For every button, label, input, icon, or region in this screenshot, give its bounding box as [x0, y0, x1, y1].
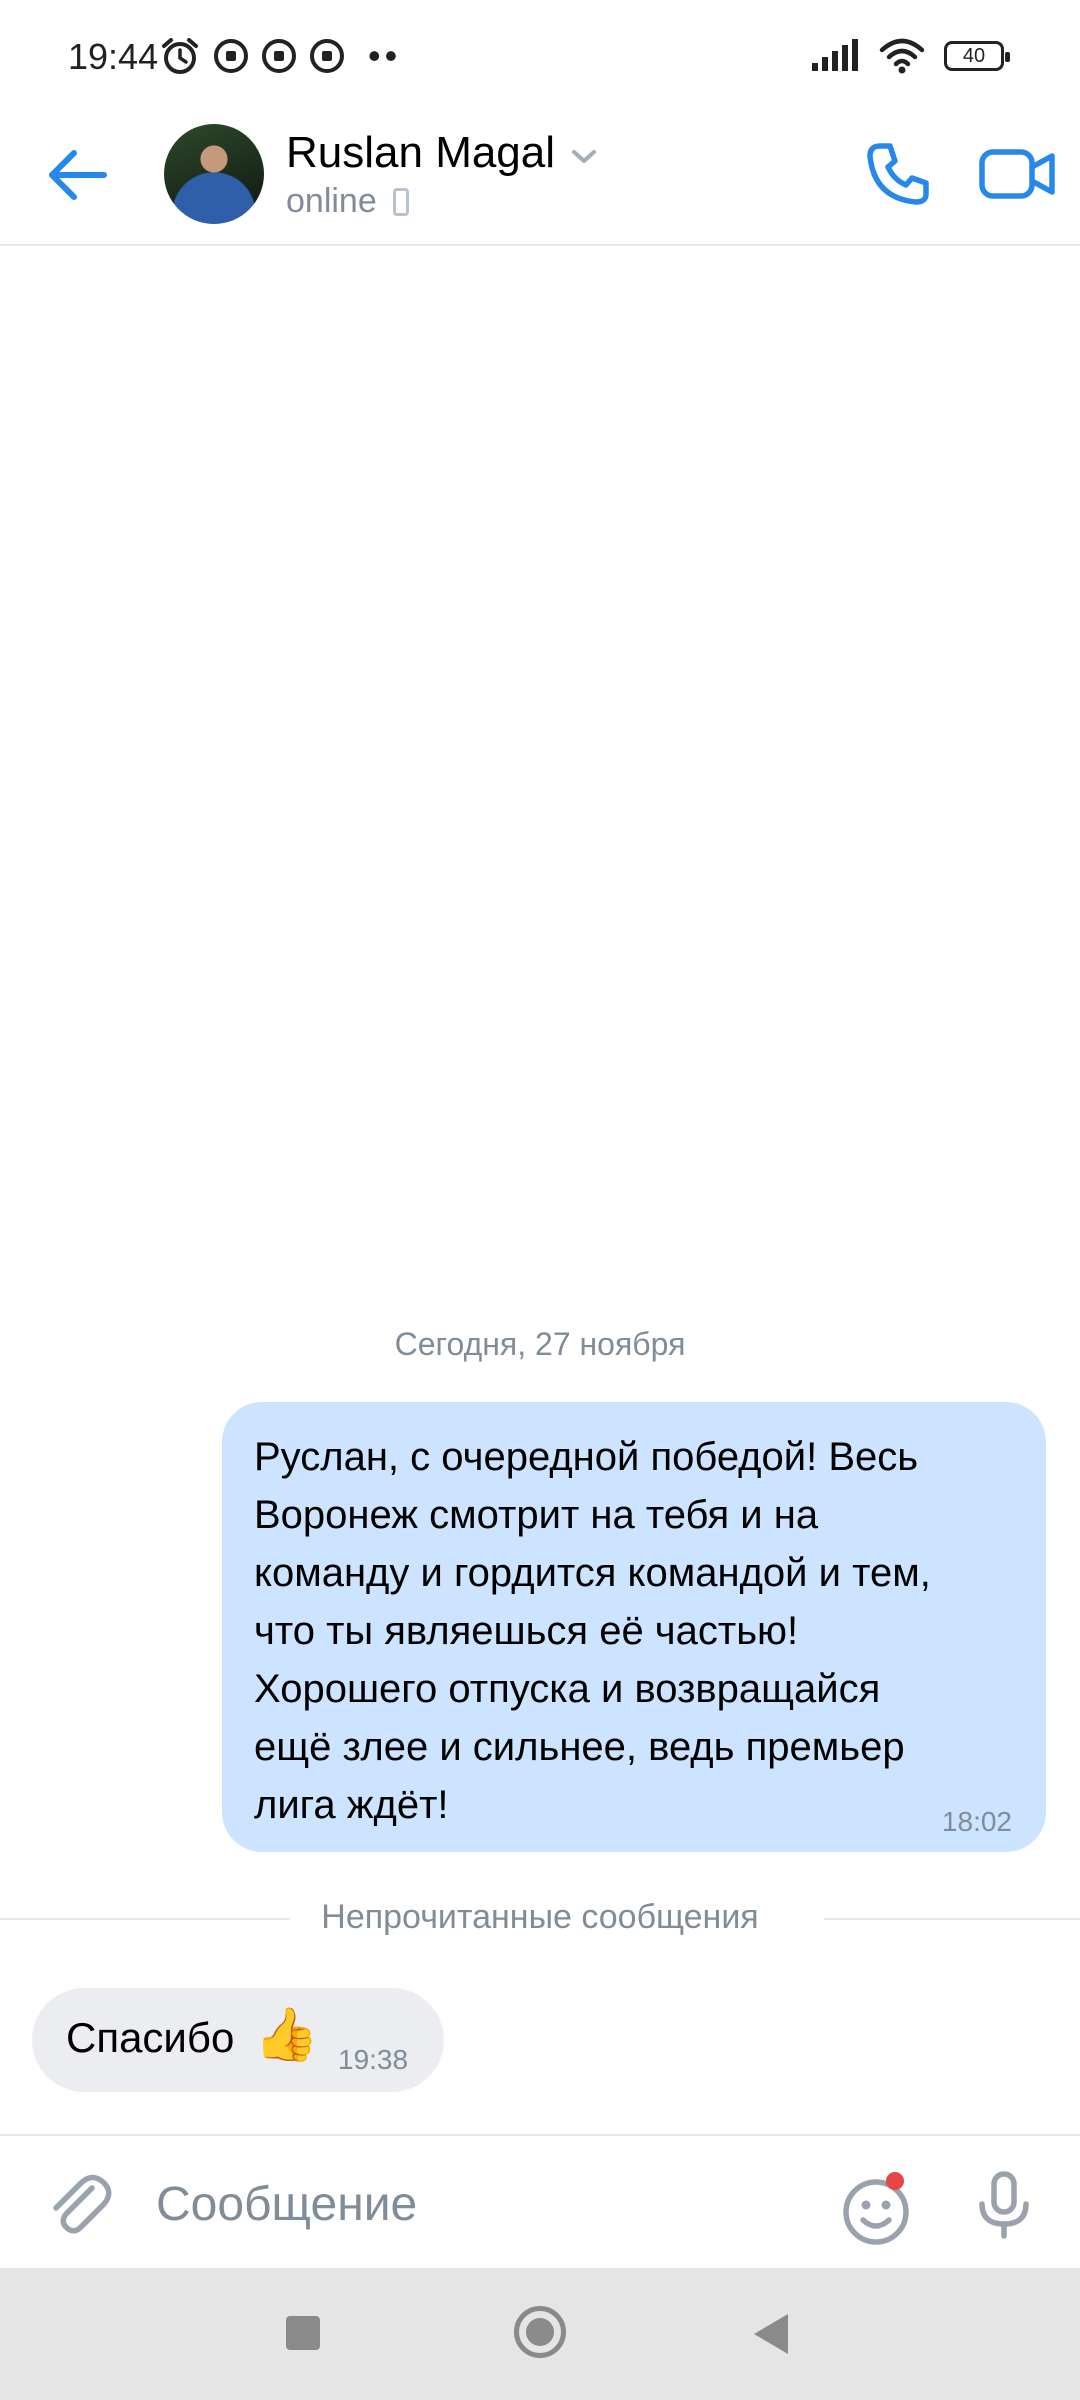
status-system-icons: 40	[810, 38, 1010, 74]
chat-header: Ruslan Magal online	[0, 110, 1080, 246]
recent-apps-icon[interactable]	[286, 2316, 320, 2350]
soccer-ball-icon	[310, 39, 344, 73]
battery-icon: 40	[944, 41, 1010, 71]
back-arrow-icon[interactable]	[44, 140, 114, 210]
signal-icon	[812, 39, 858, 71]
date-separator: Сегодня, 27 ноября	[394, 1326, 686, 1362]
thumbs-up-emoji: 👍	[254, 2006, 319, 2064]
contact-status: online	[286, 182, 409, 221]
incoming-message[interactable]: Спасибо 👍 19:38	[32, 1988, 444, 2092]
notification-dot	[886, 2172, 904, 2190]
soccer-ball-icon	[214, 39, 248, 73]
chevron-down-icon[interactable]	[568, 140, 600, 172]
message-time: 18:02	[941, 1806, 1012, 1837]
mobile-device-icon	[392, 187, 409, 216]
more-notifications-icon: ••	[368, 35, 402, 76]
avatar[interactable]	[164, 124, 264, 224]
home-icon[interactable]	[514, 2306, 566, 2358]
status-text: online	[286, 182, 377, 220]
phone-call-icon[interactable]	[858, 134, 938, 214]
message-time: 19:38	[338, 2044, 409, 2075]
unread-label: Непрочитанные сообщения	[321, 1898, 759, 1936]
status-time: 19:44	[68, 36, 159, 77]
contact-name[interactable]: Ruslan Magal	[286, 128, 555, 178]
message-composer	[0, 2134, 1080, 2270]
back-triangle-icon[interactable]	[754, 2314, 788, 2354]
outgoing-message[interactable]: Руслан, с очередной победой! Весь Вороне…	[222, 1402, 1046, 1852]
wifi-icon	[879, 38, 925, 74]
alarm-icon	[162, 38, 198, 74]
status-bar: 19:44 •• 40	[0, 0, 1080, 110]
message-text: Руслан, с очередной победой! Весь Вороне…	[254, 1435, 931, 1827]
video-call-icon[interactable]	[978, 134, 1058, 214]
message-input[interactable]	[156, 2166, 796, 2242]
unread-divider: Непрочитанные сообщения	[0, 1898, 1080, 1938]
message-text: Спасибо	[66, 2014, 235, 2061]
system-nav-bar	[0, 2268, 1080, 2400]
paperclip-icon[interactable]	[40, 2166, 120, 2246]
microphone-icon[interactable]	[964, 2166, 1044, 2246]
status-notification-icons: ••	[160, 36, 401, 76]
soccer-ball-icon	[262, 39, 296, 73]
smile-icon[interactable]	[836, 2172, 916, 2252]
